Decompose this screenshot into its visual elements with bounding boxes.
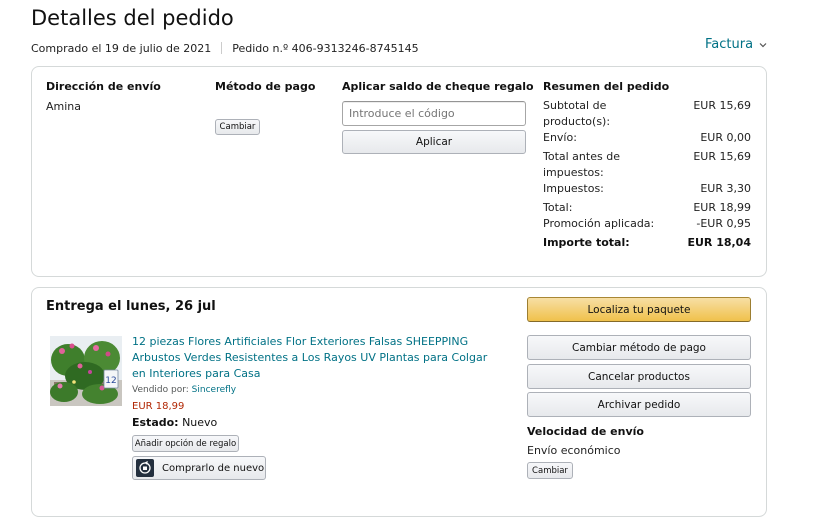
product-price: EUR 18,99 (132, 401, 185, 412)
shipping-speed-heading: Velocidad de envío (527, 425, 644, 438)
summary-row-total: Total: EUR 18,99 (543, 200, 751, 216)
add-gift-option-button[interactable]: Añadir opción de regalo (132, 435, 239, 452)
flower-product-image[interactable]: 12 (50, 336, 122, 406)
archive-order-button[interactable]: Archivar pedido (527, 392, 751, 417)
svg-text:12: 12 (105, 376, 116, 386)
invoice-dropdown[interactable]: Factura (705, 37, 767, 52)
summary-value: -EUR 0,95 (696, 217, 751, 230)
buy-again-icon (136, 459, 154, 477)
shipping-address-name: Amina (46, 100, 82, 113)
summary-label: Impuestos: (543, 182, 604, 195)
buy-again-button[interactable]: Comprarlo de nuevo (132, 456, 266, 480)
change-shipping-speed-button[interactable]: Cambiar (527, 462, 573, 479)
shipping-speed-value: Envío económico (527, 444, 621, 457)
summary-value: EUR 18,04 (687, 236, 751, 249)
summary-value: EUR 3,30 (700, 182, 751, 195)
sold-by: Vendido por: Sincerefly (132, 385, 236, 395)
summary-label: Total antes de impuestos: (543, 150, 620, 179)
summary-label: Subtotal de producto(s): (543, 99, 611, 128)
order-meta: Comprado el 19 de julio de 2021 Pedido n.… (31, 42, 419, 55)
summary-value: EUR 18,99 (693, 201, 751, 214)
gift-card-heading: Aplicar saldo de cheque regalo (342, 80, 534, 93)
summary-label: Importe total: (543, 236, 630, 249)
product-title-link[interactable]: 12 piezas Flores Artificiales Flor Exter… (132, 334, 504, 382)
summary-row-grand-total: Importe total: EUR 18,04 (543, 235, 751, 251)
condition-label: Estado: (132, 416, 179, 429)
summary-row-before-tax: Total antes de impuestos: EUR 15,69 (543, 149, 751, 181)
summary-label: Promoción aplicada: (543, 217, 655, 230)
condition-value: Nuevo (182, 416, 218, 429)
summary-value: EUR 0,00 (700, 131, 751, 144)
order-number: Pedido n.º 406-9313246-8745145 (232, 42, 419, 55)
summary-row-tax: Impuestos: EUR 3,30 (543, 181, 751, 197)
summary-row-shipping: Envío: EUR 0,00 (543, 130, 751, 146)
change-payment-button[interactable]: Cambiar (215, 119, 260, 135)
invoice-label: Factura (705, 37, 754, 52)
chevron-down-icon (759, 42, 767, 48)
payment-method-heading: Método de pago (215, 80, 316, 93)
order-summary-heading: Resumen del pedido (543, 80, 670, 93)
summary-row-promotion: Promoción aplicada: -EUR 0,95 (543, 216, 751, 232)
summary-value: EUR 15,69 (693, 99, 751, 112)
sold-by-label: Vendido por: (132, 385, 189, 395)
apply-gift-card-button[interactable]: Aplicar (342, 130, 526, 154)
buy-again-label: Comprarlo de nuevo (162, 462, 265, 474)
product-condition: Estado: Nuevo (132, 416, 217, 429)
page-title: Detalles del pedido (31, 6, 234, 30)
meta-divider (221, 42, 223, 54)
summary-row-subtotal: Subtotal de producto(s): EUR 15,69 (543, 98, 751, 130)
shipping-address-heading: Dirección de envío (46, 80, 161, 93)
track-package-button[interactable]: Localiza tu paquete (527, 297, 751, 322)
change-payment-method-button[interactable]: Cambiar método de pago (527, 335, 751, 360)
summary-value: EUR 15,69 (693, 150, 751, 163)
summary-label: Total: (543, 201, 573, 214)
summary-label: Envío: (543, 131, 577, 144)
delivery-heading: Entrega el lunes, 26 jul (46, 299, 216, 314)
gift-card-code-input[interactable]: Introduce el código (342, 101, 526, 126)
cancel-items-button[interactable]: Cancelar productos (527, 364, 751, 389)
seller-link[interactable]: Sincerefly (192, 385, 236, 395)
order-date: Comprado el 19 de julio de 2021 (31, 42, 212, 55)
